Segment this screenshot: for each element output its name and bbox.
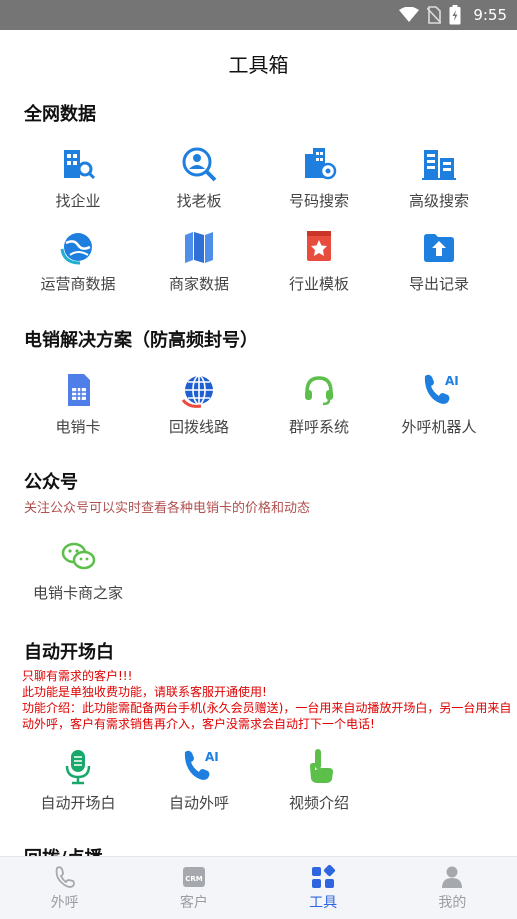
tool-label: 导出记录 [408, 275, 469, 293]
status-bar: 9:55 [0, 0, 517, 30]
tool-label: 外呼机器人 [401, 418, 477, 436]
globe-icon [60, 233, 92, 265]
tools-tab-icon [312, 864, 336, 888]
tool-merchant-data[interactable]: 商家数据 [139, 227, 259, 294]
export-icon [424, 234, 454, 262]
tab-label: 我的 [438, 895, 467, 911]
tool-find-boss[interactable]: 找老板 [139, 144, 259, 211]
building-search-icon [64, 150, 96, 180]
svg-text:CRM: CRM [185, 875, 203, 883]
page-header: 工具箱 [0, 30, 517, 96]
headset-icon [305, 376, 333, 406]
crm-tab-icon: CRM [182, 867, 205, 887]
template-icon [307, 231, 331, 261]
tool-label: 群呼系统 [288, 418, 349, 436]
tool-operator-data[interactable]: 运营商数据 [18, 227, 138, 294]
profile-tab-icon [442, 866, 463, 888]
section-title-all-data: 全网数据 [24, 104, 96, 125]
phone-tab-icon [55, 866, 75, 888]
phone-search-icon [305, 148, 337, 180]
svg-text:AI: AI [445, 374, 459, 388]
tool-find-company[interactable]: 找企业 [18, 144, 138, 211]
section-title-callback: 回拨/点播 [24, 844, 103, 856]
tool-telesales-card[interactable]: 电销卡 [18, 370, 138, 437]
auto-opening-notice: 只聊有需求的客户!!! 此功能是单独收费功能，请联系客服开通使用! 功能介绍：此… [22, 669, 512, 731]
status-time: 9:55 [473, 6, 507, 24]
tool-label: 找老板 [176, 192, 222, 210]
battery-icon [449, 5, 461, 25]
tool-auto-outbound[interactable]: AI 自动外呼 [139, 746, 259, 813]
wechat-icon [61, 542, 96, 570]
tool-callback-line[interactable]: 回拨线路 [139, 370, 259, 437]
tab-label: 客户 [179, 895, 208, 911]
tool-group-call-system[interactable]: 群呼系统 [259, 370, 379, 437]
tool-telesales-card-home[interactable]: 电销卡商之家 [18, 536, 138, 603]
tab-label: 工具 [309, 895, 338, 911]
tool-auto-opening[interactable]: 自动开场白 [18, 746, 138, 813]
page-title: 工具箱 [228, 52, 289, 77]
tool-label: 运营商数据 [40, 275, 116, 293]
section-subtitle-official-account: 关注公众号可以实时查看各种电销卡的价格和动态 [24, 501, 311, 516]
section-title-auto-opening: 自动开场白 [24, 642, 114, 663]
map-icon [185, 232, 213, 263]
tool-label: 视频介绍 [288, 794, 349, 812]
tool-label: 高级搜索 [408, 192, 469, 210]
tool-label: 行业模板 [288, 275, 349, 293]
ai-phone-icon: AI [184, 750, 219, 780]
no-sim-icon [427, 6, 442, 24]
sim-card-icon [68, 374, 90, 406]
tab-tools[interactable]: 工具 [259, 857, 388, 919]
callback-line-icon [181, 375, 213, 408]
tab-profile[interactable]: 我的 [388, 857, 517, 919]
pointer-hand-icon [310, 749, 333, 783]
tool-label: 自动开场白 [40, 794, 116, 812]
toolbox-content[interactable]: 全网数据 找企业 找老板 号码搜索 高级搜索 运营商数据 商家数据 行业模板 导… [0, 96, 517, 856]
advanced-search-icon [422, 150, 456, 180]
tool-label: 电销卡商之家 [32, 584, 123, 602]
svg-text:AI: AI [205, 750, 219, 764]
wifi-icon [399, 7, 420, 22]
tool-outbound-robot[interactable]: AI 外呼机器人 [379, 370, 499, 437]
tab-outbound[interactable]: 外呼 [0, 857, 129, 919]
tab-label: 外呼 [50, 895, 79, 911]
tool-phone-search[interactable]: 号码搜索 [259, 144, 379, 211]
tool-video-intro[interactable]: 视频介绍 [259, 746, 379, 813]
tool-label: 商家数据 [168, 275, 229, 293]
person-search-icon [182, 147, 217, 182]
tool-label: 找企业 [55, 192, 101, 210]
tool-industry-template[interactable]: 行业模板 [259, 227, 379, 294]
tool-label: 号码搜索 [288, 192, 349, 210]
tool-label: 自动外呼 [168, 794, 229, 812]
microphone-icon [65, 750, 91, 785]
tool-label: 电销卡 [55, 418, 101, 436]
tool-export-records[interactable]: 导出记录 [379, 227, 499, 294]
section-title-official-account: 公众号 [24, 472, 78, 493]
tool-advanced-search[interactable]: 高级搜索 [379, 144, 499, 211]
section-title-telesales: 电销解决方案（防高频封号） [24, 330, 258, 351]
tool-label: 回拨线路 [168, 418, 229, 436]
ai-phone-icon: AI [424, 374, 459, 404]
bottom-tab-bar: 外呼 CRM 客户 工具 我的 [0, 856, 517, 919]
tab-customers[interactable]: CRM 客户 [129, 857, 258, 919]
